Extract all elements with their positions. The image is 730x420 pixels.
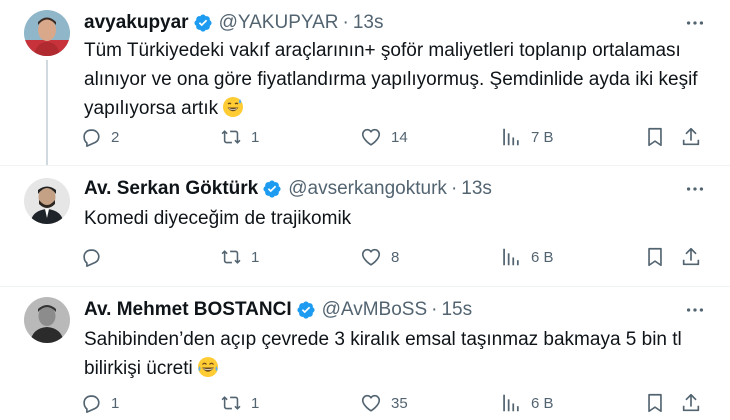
tweet-text-line: yapılıyorsa artık xyxy=(84,98,219,119)
crying-laughing-emoji xyxy=(197,357,218,377)
views-button[interactable]: 6 B xyxy=(500,392,554,414)
share-icon xyxy=(682,127,700,146)
bookmark-icon xyxy=(648,247,662,267)
more-options-icon[interactable] xyxy=(684,12,706,34)
more-options-icon[interactable] xyxy=(684,178,706,200)
timestamp[interactable]: 13s xyxy=(353,12,384,34)
sweat-smile-emoji xyxy=(223,97,244,117)
views-button[interactable]: 6 B xyxy=(500,246,554,268)
tweet-text: Komedi diyeceğim de trajikomik xyxy=(84,204,704,233)
share-button[interactable] xyxy=(680,246,702,268)
bookmark-button[interactable] xyxy=(644,392,666,414)
display-name[interactable]: avyakupyar xyxy=(84,12,189,34)
share-icon xyxy=(682,393,700,412)
tweet-2[interactable]: Av. Serkan Göktürk @avserkangokturk · 13… xyxy=(0,166,730,286)
retweet-count: 1 xyxy=(251,248,260,266)
reply-button[interactable]: 2 xyxy=(80,126,119,148)
tweet-1[interactable]: avyakupyar @YAKUPYAR · 13s Tüm Türkiyede… xyxy=(0,0,730,165)
tweet-actions: 1 1 35 6 B xyxy=(80,392,710,416)
bookmark-button[interactable] xyxy=(644,126,666,148)
view-count: 6 B xyxy=(531,248,554,266)
retweet-icon xyxy=(221,130,241,144)
tweet-3[interactable]: Av. Mehmet BOSTANCI @AvMBoSS · 15s Sahib… xyxy=(0,287,730,420)
tweet-text-line: alınıyor ve ona göre fiyatlandırma yapıl… xyxy=(84,69,698,90)
analytics-icon xyxy=(503,128,519,146)
retweet-button[interactable]: 1 xyxy=(220,126,259,148)
user-handle[interactable]: @avserkangokturk xyxy=(288,178,447,200)
like-count: 8 xyxy=(391,248,400,266)
timestamp[interactable]: 15s xyxy=(441,299,472,321)
tweet-text: Sahibinden’den açıp çevrede 3 kiralık em… xyxy=(84,325,704,383)
reply-icon xyxy=(83,129,100,147)
tweet-text-line: Komedi diyeceğim de trajikomik xyxy=(84,208,352,229)
retweet-button[interactable]: 1 xyxy=(220,246,259,268)
bookmark-icon xyxy=(648,393,662,413)
views-button[interactable]: 7 B xyxy=(500,126,554,148)
view-count: 6 B xyxy=(531,394,554,412)
tweet-actions: 1 8 6 B xyxy=(80,246,710,270)
display-name[interactable]: Av. Mehmet BOSTANCI xyxy=(84,299,292,321)
timestamp[interactable]: 13s xyxy=(461,178,492,200)
bookmark-button[interactable] xyxy=(644,246,666,268)
separator: · xyxy=(431,299,438,320)
reply-count: 1 xyxy=(111,394,120,412)
verified-badge-icon xyxy=(263,180,281,198)
reply-count: 2 xyxy=(111,128,120,146)
like-button[interactable]: 14 xyxy=(360,126,408,148)
reply-button[interactable] xyxy=(80,246,111,268)
more-options-icon[interactable] xyxy=(684,299,706,321)
thread-line xyxy=(46,60,48,165)
tweet-text-line: Tüm Türkiyedeki vakıf araçlarının+ şoför… xyxy=(84,40,681,61)
verified-badge-icon xyxy=(194,14,212,32)
retweet-button[interactable]: 1 xyxy=(220,392,259,414)
heart-icon xyxy=(361,248,381,266)
verified-badge-icon xyxy=(297,301,315,319)
separator: · xyxy=(450,178,458,199)
tweet-actions: 2 1 14 7 B xyxy=(80,126,710,150)
separator: · xyxy=(342,12,349,33)
reply-icon xyxy=(83,395,100,413)
reply-button[interactable]: 1 xyxy=(80,392,119,414)
like-button[interactable]: 35 xyxy=(360,392,408,414)
tweet-text: Tüm Türkiyedeki vakıf araçlarının+ şoför… xyxy=(84,36,704,123)
display-name[interactable]: Av. Serkan Göktürk xyxy=(84,178,258,200)
share-icon xyxy=(682,247,700,266)
analytics-icon xyxy=(503,394,519,412)
heart-icon xyxy=(361,128,381,146)
like-count: 35 xyxy=(391,394,408,412)
heart-icon xyxy=(361,394,381,412)
like-button[interactable]: 8 xyxy=(360,246,399,268)
analytics-icon xyxy=(503,248,519,266)
tweet-text-line: Sahibinden’den açıp çevrede 3 kiralık em… xyxy=(84,329,682,350)
retweet-icon xyxy=(221,396,241,410)
share-button[interactable] xyxy=(680,126,702,148)
retweet-count: 1 xyxy=(251,128,260,146)
avatar[interactable] xyxy=(24,297,70,343)
avatar[interactable] xyxy=(24,10,70,56)
retweet-count: 1 xyxy=(251,394,260,412)
like-count: 14 xyxy=(391,128,408,146)
tweet-text-line: bilirkişi ücreti xyxy=(84,358,193,379)
user-handle[interactable]: @YAKUPYAR xyxy=(219,12,339,34)
reply-icon xyxy=(83,249,100,267)
avatar[interactable] xyxy=(24,178,70,224)
user-handle[interactable]: @AvMBoSS xyxy=(322,299,428,321)
retweet-icon xyxy=(221,250,241,264)
view-count: 7 B xyxy=(531,128,554,146)
share-button[interactable] xyxy=(680,392,702,414)
bookmark-icon xyxy=(648,127,662,147)
